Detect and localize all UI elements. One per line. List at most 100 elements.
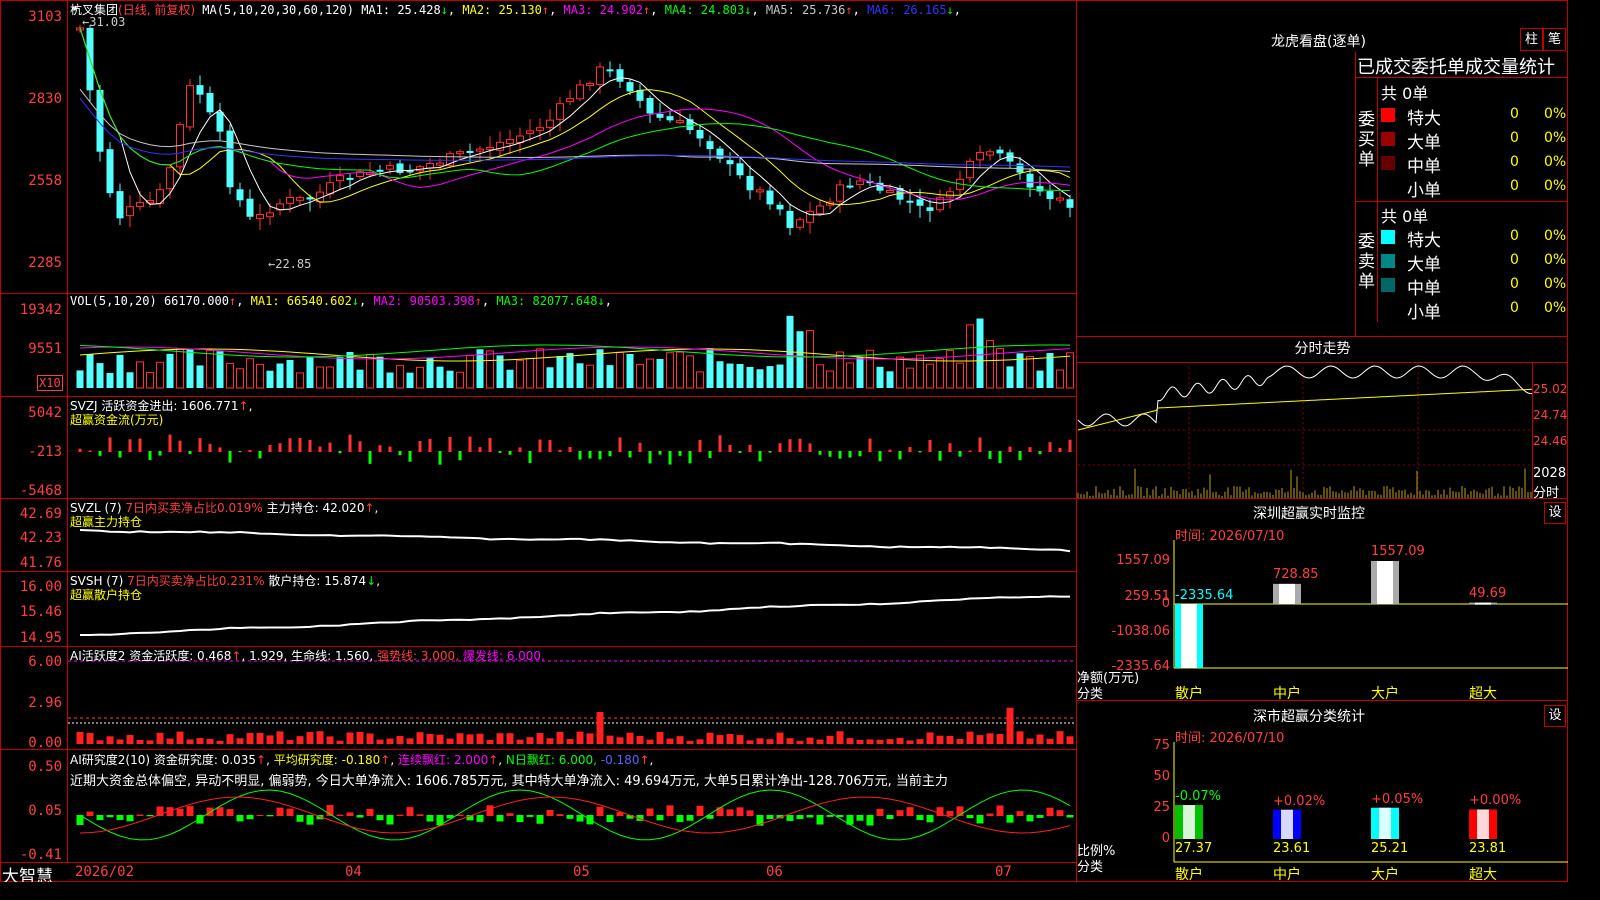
svzl-hold: 主力持仓: 42.020 [266, 501, 365, 515]
ai-active-v2: 1.929, [249, 649, 288, 663]
date-tick: 2026/02 [75, 864, 135, 880]
bar-mode-button[interactable]: 柱 [1520, 28, 1543, 51]
ai-research-arrow: ↑ [256, 753, 267, 767]
monitor-value-label: 728.85 [1273, 566, 1319, 582]
class-change-label: +0.05% [1371, 791, 1424, 807]
monitor-value-label: 1557.09 [1371, 544, 1425, 559]
svzj-subtitle: 超赢资金流(万元) [70, 413, 164, 427]
ma-sep-3: , [650, 3, 658, 17]
monitor-category: 散户 [1175, 686, 1203, 702]
stock-terminal: 杭叉集团(日线, 前复权) MA(5,10,20,30,60,120) MA1:… [0, 0, 1568, 882]
tick-mode-button[interactable]: 笔 [1543, 28, 1566, 51]
ai-avg-arrow: ↑ [380, 753, 391, 767]
ma-value-2: 25.130 [491, 3, 542, 17]
row-count: 0 [1510, 178, 1519, 194]
row-name: 大单 [1407, 255, 1441, 275]
legend-swatch [1381, 254, 1395, 268]
svsh-hold: 散户持仓: 15.874 [268, 574, 367, 588]
row-name: 小单 [1407, 181, 1441, 201]
ai-research-nday: N日飘红: 6.000, [505, 753, 597, 767]
y-tick: 6.00 [28, 654, 62, 670]
svzj-arrow: ↑ [238, 399, 249, 413]
legend-swatch [1381, 230, 1395, 244]
date-tick: 05 [573, 864, 590, 880]
sz-class-settings-button[interactable]: 设 [1544, 705, 1566, 727]
legend-swatch [1381, 278, 1395, 292]
y-tick: -213 [28, 444, 62, 460]
monitor-value-label: 49.69 [1469, 585, 1507, 601]
y-tick: 9551 [28, 341, 62, 357]
monitor-value-label: -2335.64 [1175, 588, 1234, 603]
class-pct-label: 23.61 [1273, 841, 1311, 856]
monitor-y-tick: 0 [1161, 596, 1170, 611]
intraday-y3: 24.46 [1533, 434, 1568, 448]
intraday-vol-label: 2028 [1533, 466, 1567, 481]
date-tick: 06 [766, 864, 783, 880]
y-tick: 5042 [28, 405, 62, 421]
high-label: ←31.03 [82, 15, 126, 29]
y-tick: 2285 [28, 255, 62, 271]
y-tick: 14.95 [19, 630, 62, 646]
ai-strong-line: 强势线: 3.000, [376, 649, 460, 663]
monitor-category: 超大 [1469, 686, 1497, 702]
y-tick: 2830 [28, 91, 62, 107]
scale-label[interactable]: X10 [37, 375, 63, 391]
y-tick: 2558 [28, 173, 62, 189]
ma-sep-5: , [852, 3, 860, 17]
row-count: 0 [1510, 130, 1519, 146]
ai-last-arrow: ↑ [639, 753, 650, 767]
y-tick: 15.46 [19, 604, 62, 620]
svzl-subtitle: 超赢主力持仓 [70, 515, 143, 529]
row-pct: 0% [1544, 252, 1567, 268]
monitor-category: 中户 [1273, 686, 1301, 702]
intraday-y1: 25.02 [1533, 382, 1568, 396]
ai-active-arrow: ↑ [231, 649, 242, 663]
row-count: 0 [1510, 300, 1519, 316]
row-pct: 0% [1544, 228, 1567, 244]
star-icon[interactable]: ★ [72, 1, 79, 14]
svzl-ratio: 7日内买卖净占比0.019% [125, 501, 263, 515]
row-count: 0 [1510, 252, 1519, 268]
row-name: 中单 [1407, 157, 1441, 177]
row-name: 特大 [1407, 231, 1441, 251]
ma-value-4: 24.803 [693, 3, 745, 17]
class-change-label: +0.00% [1469, 793, 1522, 809]
class-change-label: +0.02% [1273, 793, 1326, 809]
ai-research-head: AI研究度2(10) 资金研究度: 0.035 [70, 753, 257, 767]
vol-ma-arrow-2: ↑ [474, 294, 482, 308]
ma-label-1: MA1: [361, 3, 391, 17]
vol-header: VOL(5,10,20) [70, 294, 157, 308]
row-name: 特大 [1407, 109, 1441, 129]
row-pct: 0% [1544, 106, 1567, 122]
ma-items: MA1: 25.428↓, MA2: 25.130↑, MA3: 24.902↑… [361, 3, 961, 17]
ma-value-6: 26.165 [895, 3, 947, 17]
sz-class-title: 深市超赢分类统计 [1253, 709, 1365, 725]
vol-value: 66170.000 [163, 294, 229, 308]
y-tick: 41.76 [19, 555, 62, 571]
legend-swatch [1381, 156, 1395, 170]
low-label: ←22.85 [268, 257, 312, 271]
ma-sep-6: , [953, 3, 962, 17]
date-tick: 07 [995, 864, 1012, 880]
sz-monitor-settings-button[interactable]: 设 [1544, 502, 1566, 524]
legend-swatch [1381, 302, 1395, 316]
ma-label-4: MA4: [657, 3, 694, 17]
ma-label-2: MA2: [455, 3, 492, 17]
class-y-tick: 25 [1153, 800, 1170, 815]
legend-swatch [1381, 108, 1395, 122]
row-name: 大单 [1407, 133, 1441, 153]
date-tick: 04 [345, 864, 362, 880]
sz-monitor-title: 深圳超赢实时监控 [1253, 506, 1365, 522]
monitor-y-tick: -1038.06 [1111, 624, 1170, 639]
class-y-tick: 50 [1153, 769, 1170, 784]
class-category: 中户 [1273, 867, 1301, 882]
legend-swatch [1381, 180, 1395, 194]
ai-summary-text: 近期大资金总体偏空, 异动不明显, 偏弱势, 今日大单净流入: 1606.785… [70, 774, 948, 789]
y-tick: 0.50 [28, 759, 62, 775]
y-tick: 16.00 [19, 579, 62, 595]
order-stats-header: 已成交委托单成交量统计 [1357, 57, 1555, 78]
y-tick: 0.00 [28, 735, 62, 751]
class-category: 散户 [1175, 867, 1203, 882]
y-tick: 2.96 [28, 695, 62, 711]
vol-ma-value-3: 82077.648 [525, 294, 598, 308]
